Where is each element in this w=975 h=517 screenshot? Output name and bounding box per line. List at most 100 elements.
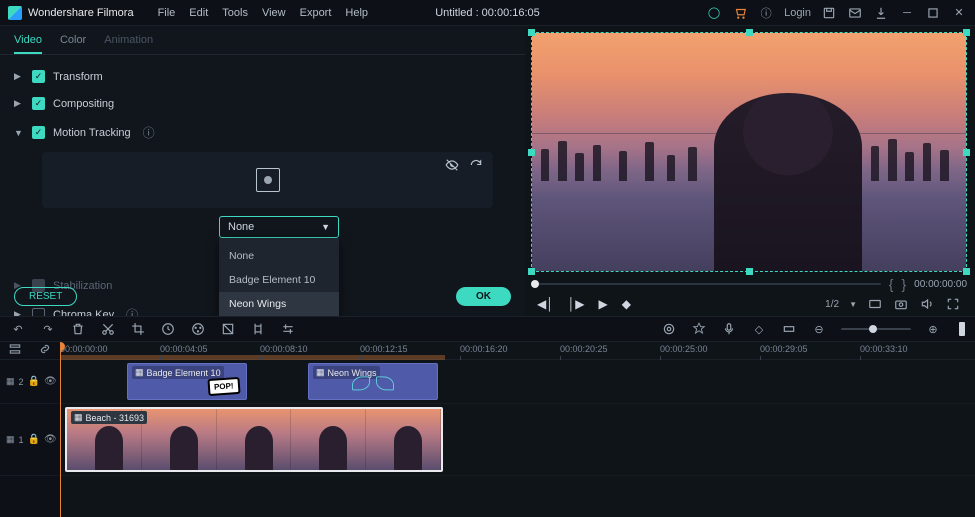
manage-tracks-icon[interactable] bbox=[8, 342, 22, 359]
preview-panel: { } 00:00:00:00 ◀│ │▶ ▶ ◆ 1/2 ▼ bbox=[525, 26, 975, 316]
clip-badge-element[interactable]: ▦Badge Element 10 POP! bbox=[127, 363, 247, 400]
logo-mark-icon bbox=[8, 6, 22, 20]
resize-handle[interactable] bbox=[528, 268, 535, 275]
cut-icon[interactable] bbox=[100, 321, 116, 337]
chevron-right-icon[interactable]: ▶ bbox=[14, 309, 24, 316]
zoom-in-icon[interactable]: ⊕ bbox=[925, 321, 941, 337]
mixer-icon[interactable] bbox=[661, 321, 677, 337]
redo-icon[interactable]: ↷ bbox=[40, 321, 56, 337]
time-ruler[interactable]: 00:00:00:0000:00:04:0500:00:08:1000:00:1… bbox=[60, 342, 975, 360]
green-screen-icon[interactable] bbox=[220, 321, 236, 337]
prop-transform[interactable]: ▶ ✓ Transform bbox=[14, 63, 511, 90]
marker-icon[interactable] bbox=[691, 321, 707, 337]
menu-view[interactable]: View bbox=[262, 7, 286, 19]
title-bar: Wondershare Filmora File Edit Tools View… bbox=[0, 0, 975, 26]
lock-icon[interactable]: 🔒 bbox=[28, 434, 40, 445]
stop-button[interactable]: ◀│ bbox=[537, 297, 554, 311]
fx-track-lane[interactable]: ▦Badge Element 10 POP! ▦Neon Wings bbox=[60, 360, 975, 404]
eye-icon[interactable]: 👁 bbox=[44, 434, 57, 445]
menu-tools[interactable]: Tools bbox=[222, 7, 248, 19]
resize-handle[interactable] bbox=[746, 29, 753, 36]
dropdown-selected[interactable]: None ▼ bbox=[219, 216, 339, 238]
zoom-slider[interactable] bbox=[841, 328, 911, 330]
checkbox-transform[interactable]: ✓ bbox=[32, 70, 45, 83]
checkbox-motion-tracking[interactable]: ✓ bbox=[32, 126, 45, 139]
reset-button[interactable]: RESET bbox=[14, 287, 77, 306]
resize-handle[interactable] bbox=[963, 149, 970, 156]
save-icon[interactable] bbox=[821, 5, 837, 21]
dropdown-item-neon-wings[interactable]: Neon Wings bbox=[219, 292, 339, 316]
eye-icon[interactable]: 👁 bbox=[44, 376, 57, 387]
refresh-icon[interactable] bbox=[469, 158, 483, 175]
menu-edit[interactable]: Edit bbox=[189, 7, 208, 19]
resize-handle[interactable] bbox=[963, 268, 970, 275]
video-track-lane[interactable]: ▦Beach - 31693 bbox=[60, 404, 975, 476]
login-button[interactable]: Login bbox=[784, 7, 811, 19]
color-icon[interactable] bbox=[190, 321, 206, 337]
prop-motion-tracking[interactable]: ▼ ✓ Motion Tracking ⓘ bbox=[14, 117, 511, 148]
download-icon[interactable] bbox=[873, 5, 889, 21]
help-icon[interactable]: ⓘ bbox=[143, 124, 155, 141]
chevron-right-icon[interactable]: ▶ bbox=[14, 71, 24, 82]
chevron-down-icon[interactable]: ▼ bbox=[849, 300, 857, 309]
zoom-out-icon[interactable]: ⊖ bbox=[811, 321, 827, 337]
support-icon[interactable]: ◯ bbox=[706, 5, 722, 21]
resize-handle[interactable] bbox=[528, 149, 535, 156]
chevron-right-icon[interactable]: ▶ bbox=[14, 98, 24, 109]
tab-color[interactable]: Color bbox=[60, 34, 86, 54]
resize-handle[interactable] bbox=[528, 29, 535, 36]
menu-help[interactable]: Help bbox=[345, 7, 368, 19]
undo-icon[interactable]: ↶ bbox=[10, 321, 26, 337]
video-track-number: 1 bbox=[19, 435, 24, 445]
dropdown-item-badge[interactable]: Badge Element 10 bbox=[219, 268, 339, 292]
close-icon[interactable]: ✕ bbox=[951, 5, 967, 21]
track-icon[interactable] bbox=[250, 321, 266, 337]
link-icon[interactable] bbox=[38, 342, 52, 359]
chevron-down-icon[interactable]: ▼ bbox=[14, 128, 24, 138]
delete-icon[interactable] bbox=[70, 321, 86, 337]
tab-video[interactable]: Video bbox=[14, 34, 42, 54]
render-icon[interactable] bbox=[781, 321, 797, 337]
scrub-track[interactable] bbox=[531, 283, 881, 285]
keyframe-icon[interactable]: ◇ bbox=[751, 321, 767, 337]
crop-icon[interactable] bbox=[130, 321, 146, 337]
checkbox-compositing[interactable]: ✓ bbox=[32, 97, 45, 110]
speed-icon[interactable] bbox=[160, 321, 176, 337]
brace-left-icon: { bbox=[889, 276, 894, 292]
cart-icon[interactable] bbox=[732, 5, 748, 21]
scrub-playhead[interactable] bbox=[531, 280, 539, 288]
step-fwd-button[interactable]: ◆ bbox=[622, 297, 631, 311]
ok-button[interactable]: OK bbox=[456, 287, 511, 306]
lock-icon[interactable]: 🔒 bbox=[28, 376, 40, 387]
message-icon[interactable] bbox=[847, 5, 863, 21]
resize-handle[interactable] bbox=[746, 268, 753, 275]
quality-icon[interactable] bbox=[867, 296, 883, 312]
menu-file[interactable]: File bbox=[158, 7, 176, 19]
resize-handle[interactable] bbox=[963, 29, 970, 36]
help-icon[interactable]: ⓘ bbox=[126, 306, 138, 316]
checkbox-chroma-key[interactable] bbox=[32, 308, 45, 316]
prop-compositing[interactable]: ▶ ✓ Compositing bbox=[14, 90, 511, 117]
info-icon[interactable]: ⓘ bbox=[758, 5, 774, 21]
volume-icon[interactable] bbox=[919, 296, 935, 312]
target-crosshair-icon[interactable] bbox=[256, 168, 280, 192]
clip-beach[interactable]: ▦Beach - 31693 bbox=[65, 407, 443, 472]
visibility-off-icon[interactable] bbox=[445, 158, 459, 175]
play-button[interactable]: ▶ bbox=[598, 297, 607, 311]
adjust-icon[interactable] bbox=[280, 321, 296, 337]
playhead[interactable] bbox=[60, 342, 61, 517]
dropdown-item-none[interactable]: None bbox=[219, 244, 339, 268]
clip-neon-wings[interactable]: ▦Neon Wings bbox=[308, 363, 438, 400]
zoom-label[interactable]: 1/2 bbox=[825, 299, 839, 310]
step-back-button[interactable]: │▶ bbox=[568, 297, 585, 311]
motion-track-preview[interactable] bbox=[42, 152, 493, 208]
tab-animation[interactable]: Animation bbox=[104, 34, 153, 54]
fullscreen-icon[interactable] bbox=[945, 296, 961, 312]
snapshot-icon[interactable] bbox=[893, 296, 909, 312]
menu-export[interactable]: Export bbox=[300, 7, 332, 19]
maximize-icon[interactable] bbox=[925, 5, 941, 21]
minimize-icon[interactable]: ─ bbox=[899, 5, 915, 21]
zoom-fit-icon[interactable] bbox=[959, 322, 965, 336]
voiceover-icon[interactable] bbox=[721, 321, 737, 337]
preview-viewport[interactable] bbox=[531, 32, 967, 272]
